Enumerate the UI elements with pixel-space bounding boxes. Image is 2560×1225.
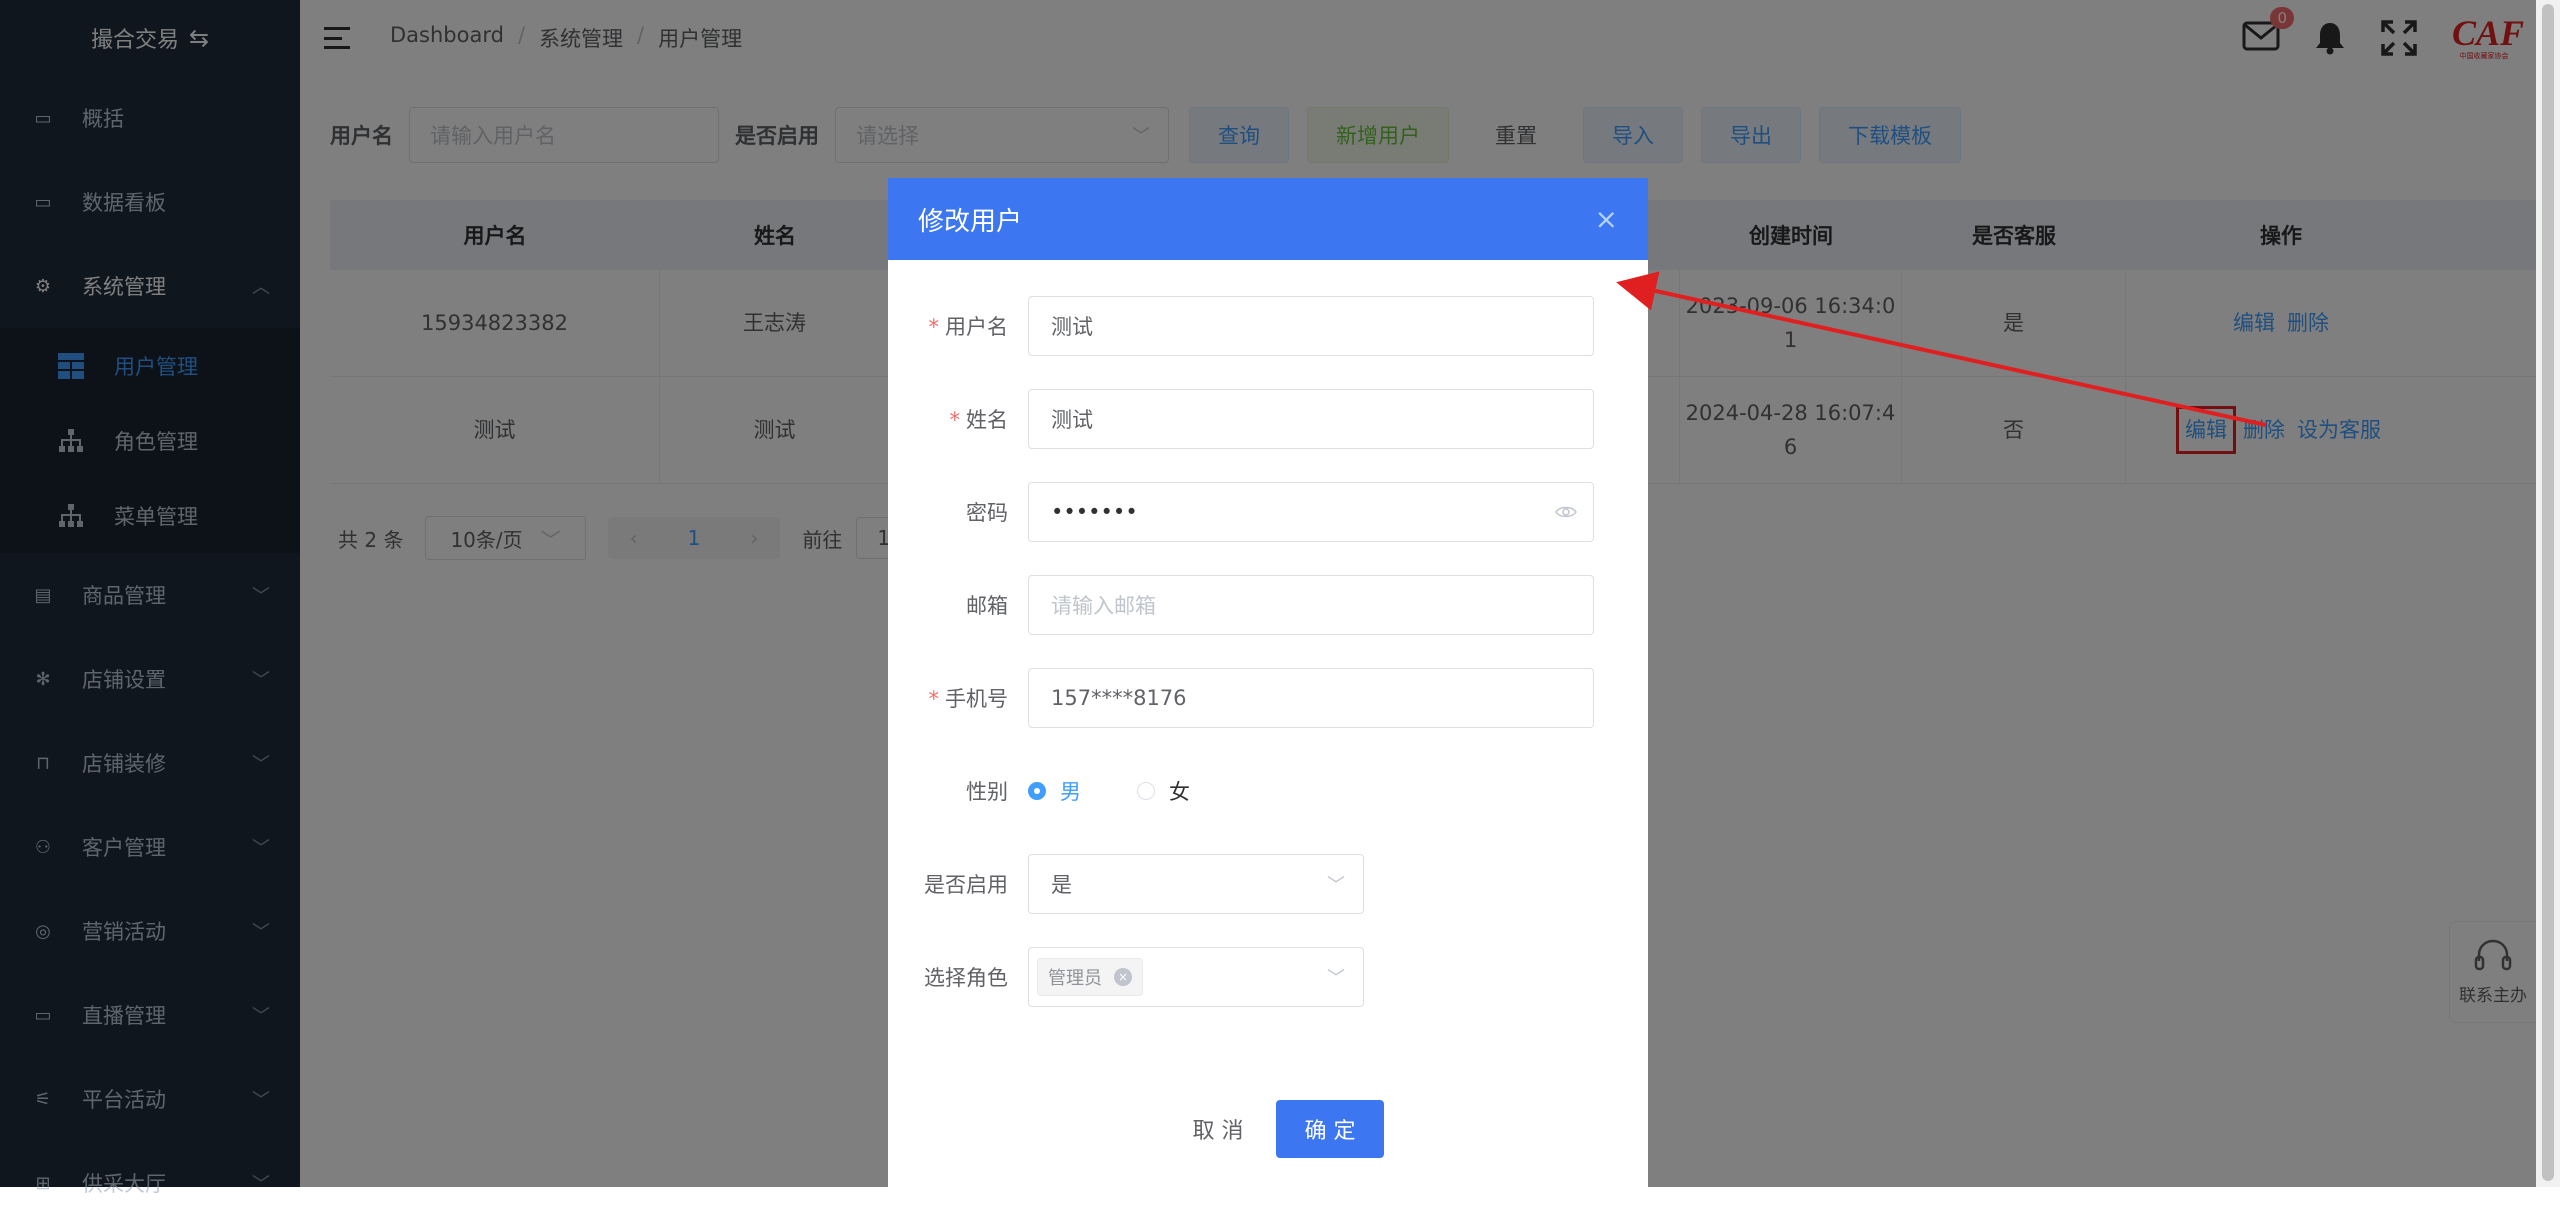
label-text: 选择角色 (924, 966, 1008, 990)
gender-radio-female[interactable]: 女 (1137, 776, 1190, 806)
required-mark: * (928, 315, 940, 339)
gender-radio-male[interactable]: 男 (1028, 776, 1081, 806)
enabled-select[interactable]: 是 ﹀ (1028, 854, 1364, 914)
label-text: 是否启用 (924, 873, 1008, 897)
form-label: 选择角色 (888, 962, 1028, 992)
label-text: 邮箱 (966, 594, 1008, 618)
eye-icon[interactable] (1555, 500, 1577, 524)
chevron-down-icon: ﹀ (1327, 968, 1345, 989)
page-scrollbar[interactable] (2536, 0, 2560, 1187)
required-mark: * (928, 687, 940, 711)
field-value: 测试 (1051, 315, 1093, 339)
form-label: * 姓名 (888, 404, 1028, 434)
form-row-password: 密码 ••••••• (888, 482, 1594, 542)
username-field[interactable]: 测试 (1028, 296, 1594, 356)
form-label: * 用户名 (888, 311, 1028, 341)
label-text: 姓名 (966, 408, 1008, 432)
role-select[interactable]: 管理员 × ﹀ (1028, 947, 1364, 1007)
tag-close-icon[interactable]: × (1114, 968, 1132, 986)
realname-field[interactable]: 测试 (1028, 389, 1594, 449)
phone-field[interactable]: 157****8176 (1028, 668, 1594, 728)
label-text: 用户名 (945, 315, 1008, 339)
email-field[interactable]: 请输入邮箱 (1028, 575, 1594, 635)
form-label: * 手机号 (888, 683, 1028, 713)
field-placeholder: 请输入邮箱 (1051, 594, 1156, 618)
form-label: 是否启用 (888, 869, 1028, 899)
field-value: ••••••• (1051, 500, 1138, 524)
password-field[interactable]: ••••••• (1028, 482, 1594, 542)
dialog-title: 修改用户 (918, 206, 1023, 237)
radio-label: 女 (1169, 780, 1190, 804)
form-row-email: 邮箱 请输入邮箱 (888, 575, 1594, 635)
form-row-username: * 用户名 测试 (888, 296, 1594, 356)
label-text: 手机号 (945, 687, 1008, 711)
select-value: 是 (1051, 873, 1072, 897)
role-tag: 管理员 × (1037, 958, 1143, 996)
form-label: 密码 (888, 497, 1028, 527)
form-row-phone: * 手机号 157****8176 (888, 668, 1594, 728)
form-label: 性别 (888, 776, 1028, 806)
field-value: 测试 (1051, 408, 1093, 432)
close-icon[interactable]: × (1595, 203, 1618, 236)
chevron-down-icon: ﹀ (1327, 875, 1345, 896)
label-text: 密码 (966, 501, 1008, 525)
cancel-button[interactable]: 取 消 (1168, 1100, 1268, 1158)
radio-checked (1028, 782, 1046, 800)
radio-unchecked (1137, 782, 1155, 800)
tag-label: 管理员 (1048, 968, 1102, 989)
edit-user-dialog: 修改用户 × * 用户名 测试 * 姓名 测试 密码 ••••••• 邮箱 请输入邮… (888, 178, 1648, 1187)
form-row-role: 选择角色 管理员 × ﹀ (888, 947, 1364, 1007)
radio-label: 男 (1060, 780, 1081, 804)
field-value: 157****8176 (1051, 686, 1187, 710)
confirm-button[interactable]: 确 定 (1276, 1100, 1384, 1158)
form-row-realname: * 姓名 测试 (888, 389, 1594, 449)
label-text: 性别 (966, 780, 1008, 804)
form-label: 邮箱 (888, 590, 1028, 620)
required-mark: * (949, 408, 961, 432)
form-row-enabled: 是否启用 是 ﹀ (888, 854, 1364, 914)
scrollbar-thumb[interactable] (2542, 4, 2554, 1181)
dialog-header: 修改用户 × (888, 178, 1648, 260)
form-row-gender: 性别 男 女 (888, 761, 1246, 821)
